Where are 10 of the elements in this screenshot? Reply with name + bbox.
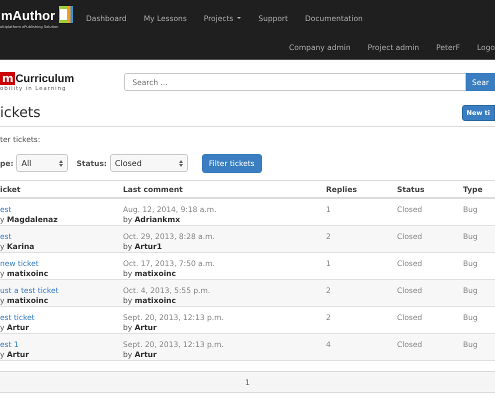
updown-arrows-icon: [59, 160, 64, 166]
status-select[interactable]: Closed: [110, 154, 188, 172]
brand-logo[interactable]: mAuthor: [1, 8, 56, 23]
type-select[interactable]: All: [16, 154, 68, 172]
updown-arrows-icon: [178, 160, 183, 166]
logo-name: Curriculum: [15, 72, 74, 84]
logo-mark: m: [0, 72, 16, 85]
page-title: ickets: [0, 105, 41, 121]
logo-icon: [59, 6, 73, 23]
caret-icon: [237, 17, 242, 19]
